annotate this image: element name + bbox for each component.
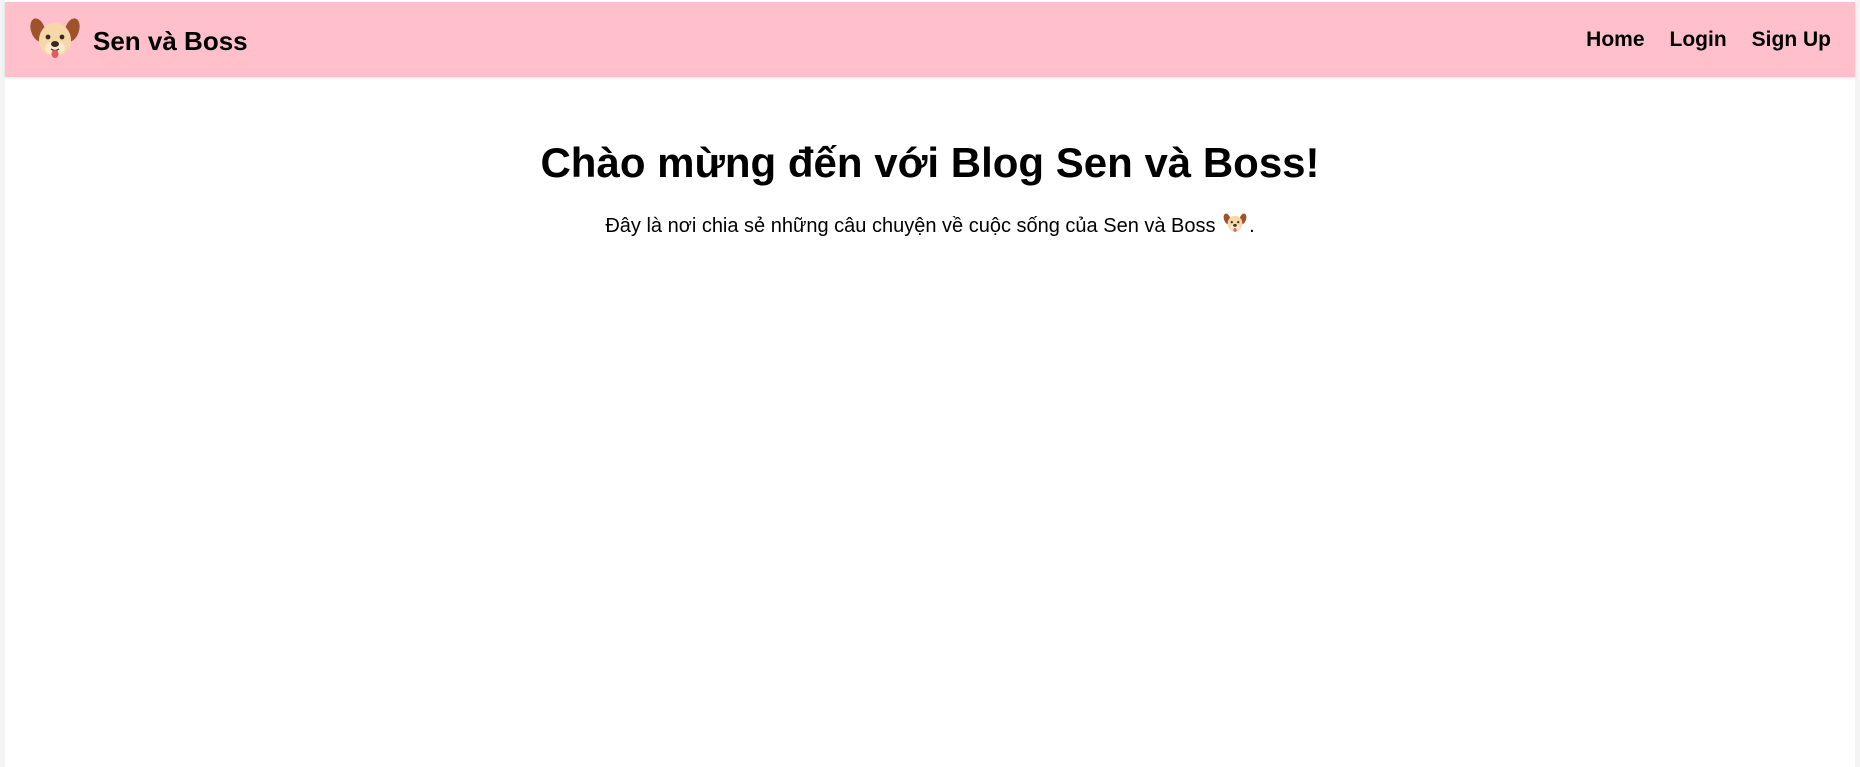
brand[interactable]: Sen và Boss xyxy=(29,16,248,66)
dog-face-icon xyxy=(1223,212,1247,236)
nav-links: Home Login Sign Up xyxy=(1586,2,1831,77)
navbar: Sen và Boss Home Login Sign Up xyxy=(5,2,1855,77)
dog-face-icon xyxy=(29,16,81,66)
page: Sen và Boss Home Login Sign Up Chào mừng… xyxy=(5,0,1855,767)
nav-link-home[interactable]: Home xyxy=(1586,28,1644,52)
nav-link-sign-up[interactable]: Sign Up xyxy=(1752,28,1831,52)
nav-link-login[interactable]: Login xyxy=(1670,28,1727,52)
intro-suffix: . xyxy=(1249,215,1255,237)
intro-text: Đây là nơi chia sẻ những câu chuyện về c… xyxy=(605,215,1216,237)
welcome-text: Đây là nơi chia sẻ những câu chuyện về c… xyxy=(5,212,1855,240)
brand-name: Sen và Boss xyxy=(93,25,248,56)
welcome-title: Chào mừng đến với Blog Sen và Boss! xyxy=(540,139,1320,186)
